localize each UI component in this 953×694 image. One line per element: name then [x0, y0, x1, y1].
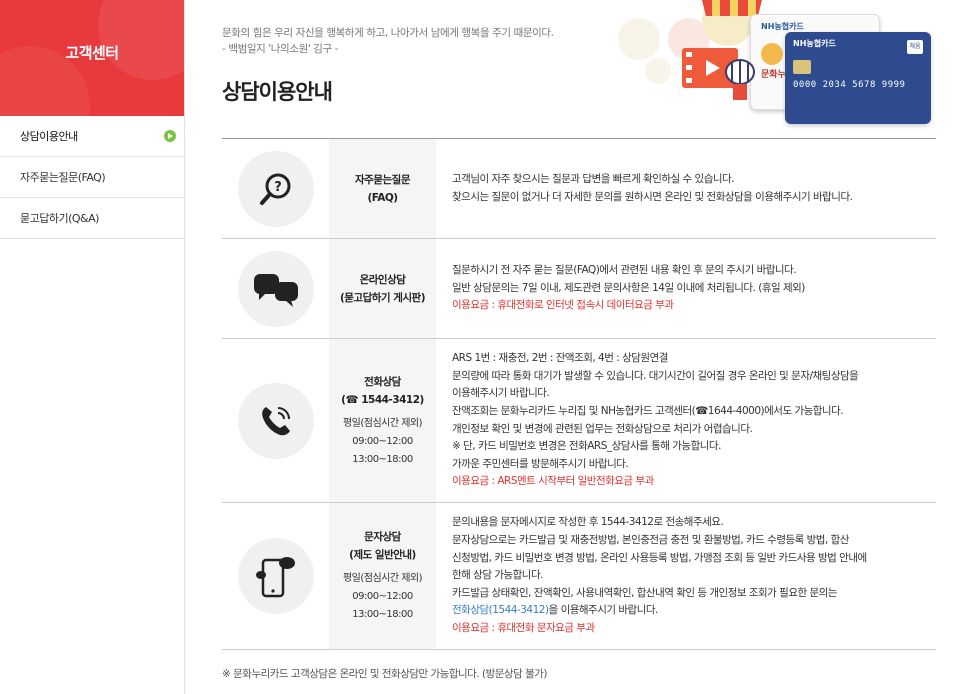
sidebar-item-qna[interactable]: 묻고답하기(Q&A) — [0, 198, 184, 239]
chat-bubbles-icon — [253, 273, 298, 307]
phone-icon — [261, 406, 290, 435]
table-row-faq: ? 자주묻는질문 (FAQ) 고객님이 자주 찾으시는 질문과 답변을 빠르게 … — [222, 139, 936, 239]
consult-table: ? 자주묻는질문 (FAQ) 고객님이 자주 찾으시는 질문과 답변을 빠르게 … — [222, 138, 936, 650]
row-description: ARS 1번 : 재충전, 2번 : 잔액조회, 4번 : 상담원연결 문의량에… — [436, 339, 936, 502]
sidebar-title: 고객센터 — [65, 44, 119, 62]
row-description: 문의내용을 문자메시지로 작성한 후 1544-3412로 전송해주세요. 문자… — [436, 503, 936, 649]
svg-text:?: ? — [274, 180, 282, 195]
quote-text: 문화의 힘은 우리 자신을 행복하게 하고, 나아가서 남에게 행복을 주기 때… — [222, 27, 554, 39]
fee-text: 이용요금 : ARS멘트 시작부터 일반전화요금 부과 — [452, 475, 654, 488]
mobile-message-icon — [255, 557, 295, 598]
sidebar-item-label: 묻고답하기(Q&A) — [20, 212, 99, 225]
fee-text: 이용요금 : 휴대전화로 인터넷 접속시 데이터요금 부과 — [452, 299, 674, 312]
quote-author: - 백범일지 '나의소원' 김구 - — [222, 43, 339, 55]
question-search-icon: ? — [259, 173, 290, 205]
row-label: 자주묻는질문 (FAQ) — [329, 139, 436, 238]
lamp-icon — [725, 59, 755, 100]
row-description: 고객님이 자주 찾으시는 질문과 답변을 빠르게 확인하실 수 있습니다. 찾으… — [452, 172, 853, 203]
row-label: 온라인상담 (묻고답하기 게시판) — [329, 239, 436, 338]
table-row-phone: 전화상담 (☎ 1544-3412) 평일(점심시간 제외) 09:00~12:… — [222, 339, 936, 503]
arrow-right-icon — [164, 130, 176, 142]
sidebar-item-consult-guide[interactable]: 상담이용안내 — [0, 116, 184, 157]
sidebar-item-label: 상담이용안내 — [20, 130, 78, 143]
table-row-sms: 문자상담 (제도 일반안내) 평일(점심시간 제외) 09:00~12:00 1… — [222, 503, 936, 650]
page-title: 상담이용안내 — [222, 80, 333, 104]
sidebar-item-label: 자주묻는질문(FAQ) — [20, 171, 106, 184]
row-label: 전화상담 (☎ 1544-3412) 평일(점심시간 제외) 09:00~12:… — [329, 339, 436, 502]
table-row-online: 온라인상담 (묻고답하기 게시판) 질문하시기 전 자주 묻는 질문(FAQ)에… — [222, 239, 936, 339]
sidebar: 고객센터 상담이용안내 자주묻는질문(FAQ) 묻고답하기(Q&A) — [0, 0, 185, 694]
footer-note: ※ 문화누리카드 고객상담은 온라인 및 전화상담만 가능합니다. (방문상담 … — [222, 668, 548, 680]
sidebar-item-faq[interactable]: 자주묻는질문(FAQ) — [0, 157, 184, 198]
sidebar-header: 고객센터 — [0, 0, 184, 116]
fee-text: 이용요금 : 휴대전화 문자요금 부과 — [452, 621, 595, 634]
phone-consult-link[interactable]: 전화상담(1544-3412) — [452, 604, 549, 616]
row-description: 질문하시기 전 자주 묻는 질문(FAQ)에서 관련된 내용 확인 후 문의 주… — [436, 239, 936, 338]
nh-card-image: NH농협카드 채움 0000 2034 5678 9999 — [785, 32, 931, 124]
row-label: 문자상담 (제도 일반안내) 평일(점심시간 제외) 09:00~12:00 1… — [329, 503, 436, 649]
header-quote: 문화의 힘은 우리 자신을 행복하게 하고, 나아가서 남에게 행복을 주기 때… — [222, 25, 554, 57]
header-illustration: NH농협카드 문화누리 NH농협카드 채움 0000 2034 5678 999… — [610, 0, 940, 130]
